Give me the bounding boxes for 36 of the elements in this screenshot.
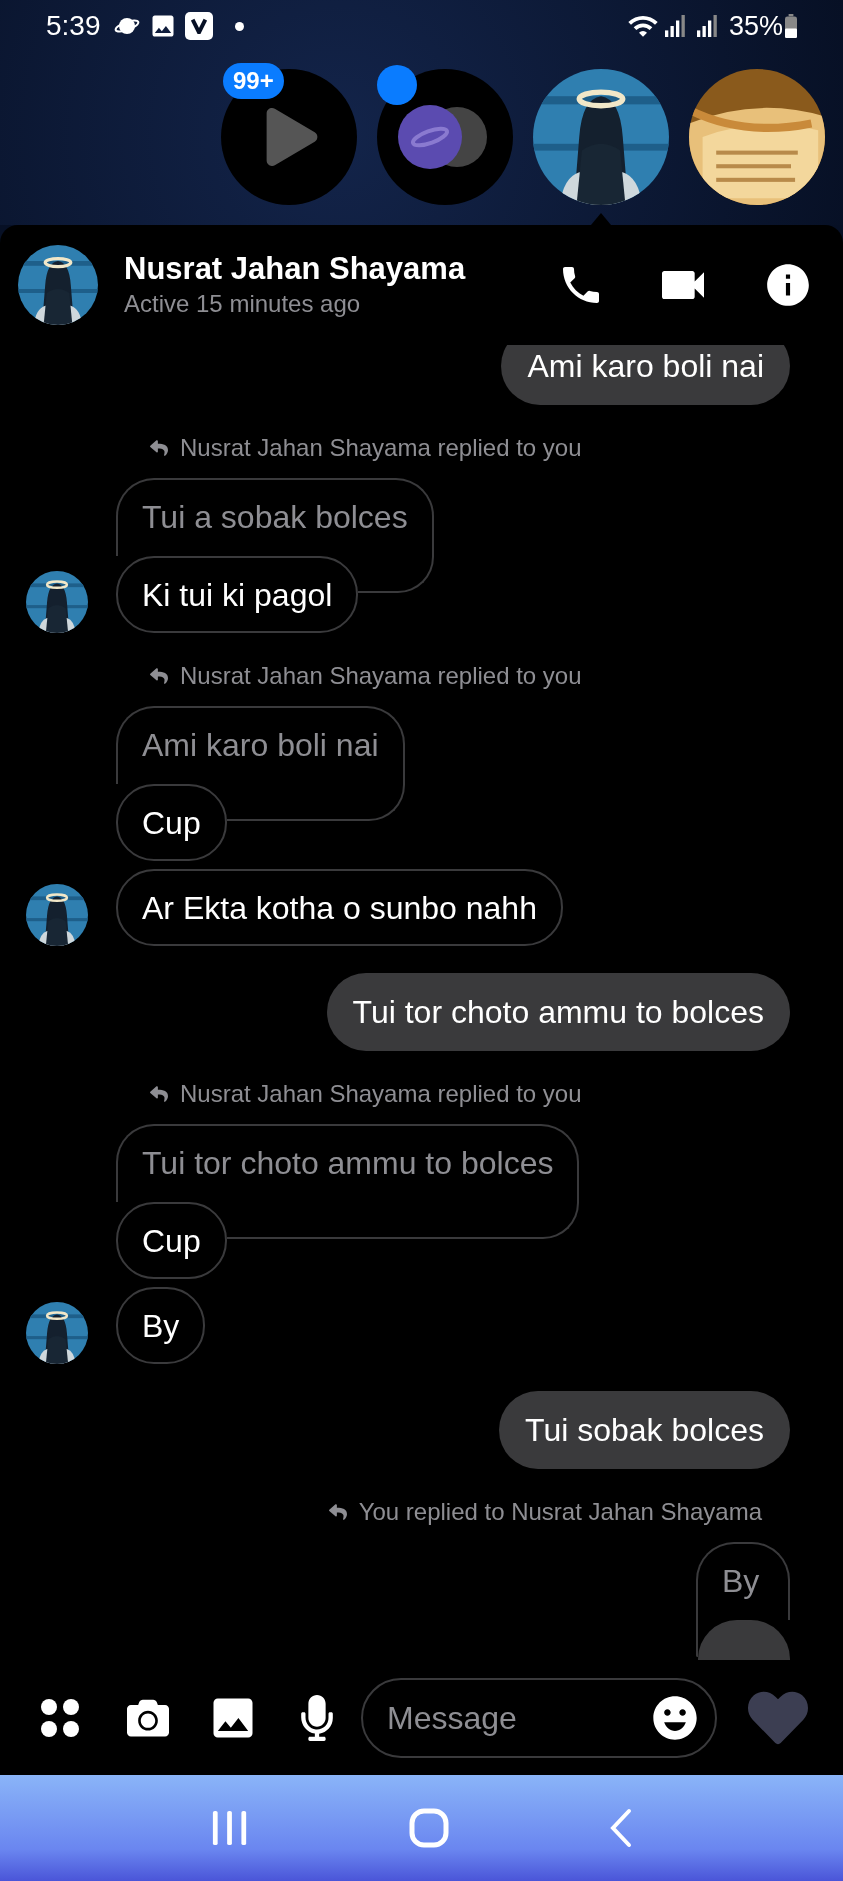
received-message[interactable]: Ki tui ki pagol: [116, 556, 359, 633]
received-message[interactable]: Cup: [116, 1202, 227, 1279]
play-icon: [266, 108, 318, 166]
reply-label: Nusrat Jahan Shayama replied to you: [180, 433, 582, 463]
reply-label: You replied to Nusrat Jahan Shayama: [358, 1497, 762, 1527]
reply-label: Nusrat Jahan Shayama replied to you: [180, 661, 582, 691]
sent-message[interactable]: Tui tor choto ammu to bolces: [326, 973, 790, 1051]
received-message[interactable]: Ar Ekta kotha o sunbo nahh: [116, 869, 563, 946]
recent-apps-icon[interactable]: [210, 1808, 249, 1848]
more-notifications-icon: [234, 21, 244, 31]
message-input[interactable]: Message: [387, 1693, 649, 1742]
battery-icon: [785, 14, 797, 38]
sent-message[interactable]: Tui sobak bolces: [499, 1391, 790, 1469]
reply-icon: [148, 439, 170, 457]
quoted-message-edge: [696, 1620, 698, 1657]
message-field[interactable]: Message: [361, 1677, 717, 1758]
quoted-message[interactable]: Tui tor choto ammu to bolces: [116, 1124, 580, 1202]
reply-icon: [148, 1085, 170, 1103]
sent-message[interactable]: Ami karo boli nai: [501, 345, 790, 405]
microphone-icon[interactable]: [299, 1694, 335, 1741]
contact-name: Nusrat Jahan Shayama: [124, 250, 467, 288]
received-message[interactable]: By: [116, 1287, 206, 1364]
apps-icon[interactable]: [40, 1697, 80, 1738]
active-status: Active 15 minutes ago: [124, 289, 362, 319]
received-message[interactable]: Cup: [116, 784, 227, 861]
reply-icon: [148, 667, 170, 685]
clock: 5:39: [46, 9, 101, 43]
reply-icon: [326, 1503, 349, 1521]
signal-icon: [664, 14, 687, 38]
battery-percent: 35%: [728, 9, 783, 43]
unread-count: 99+: [223, 63, 284, 99]
home-icon[interactable]: [408, 1808, 449, 1848]
app-notification-icon: [184, 12, 213, 40]
reply-label: Nusrat Jahan Shayama replied to you: [180, 1079, 582, 1109]
signal-icon: [696, 14, 719, 38]
back-icon[interactable]: [608, 1808, 633, 1848]
